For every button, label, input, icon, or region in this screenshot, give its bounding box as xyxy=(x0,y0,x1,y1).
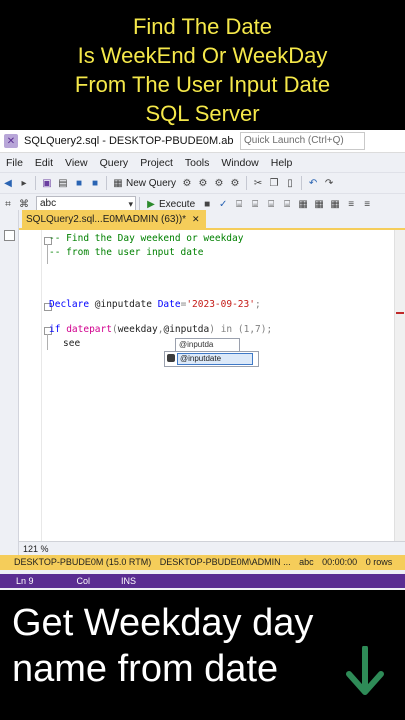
bottom-caption-line-2: name from date xyxy=(12,648,279,690)
menu-bar: File Edit View Query Project Tools Windo… xyxy=(0,153,405,172)
variable-icon xyxy=(167,354,175,362)
undo-icon[interactable]: ↶ xyxy=(307,177,319,189)
toolbar-1: ◀ ▸ ▣ ▤ ■ ■ ▦ New Query ⚙ ⚙ ⚙ ⚙ ✂ ❐ ▯ ↶ … xyxy=(0,172,405,193)
code-line-declare: Declare @inputdate Date='2023-09-23'; xyxy=(49,299,261,310)
editor-vertical-scrollbar[interactable] xyxy=(394,230,405,541)
new-query-button[interactable]: New Query xyxy=(126,178,176,189)
uncomment-icon[interactable]: ≡ xyxy=(361,198,373,210)
connect-icon[interactable]: ⌘ xyxy=(18,198,30,210)
query-icon-1[interactable]: ⚙ xyxy=(181,177,193,189)
status-ins: INS xyxy=(121,576,137,586)
back-icon[interactable]: ◀ xyxy=(2,177,14,189)
status-server: DESKTOP-PBUDE0M (15.0 RTM) xyxy=(14,557,152,567)
close-tab-icon[interactable]: ✕ xyxy=(192,214,200,224)
toolbar-separator xyxy=(139,197,140,211)
quick-launch-input[interactable]: Quick Launch (Ctrl+Q) xyxy=(240,132,365,150)
plan-icon-4[interactable]: ⌸ xyxy=(281,198,293,210)
open-file-icon[interactable]: ▤ xyxy=(57,177,69,189)
results-icon-1[interactable]: ▦ xyxy=(297,198,309,210)
menu-query[interactable]: Query xyxy=(94,157,135,169)
menu-tools[interactable]: Tools xyxy=(179,157,216,169)
stop-icon[interactable]: ■ xyxy=(201,198,213,210)
plan-icon-2[interactable]: ⌸ xyxy=(249,198,261,210)
cut-icon[interactable]: ✂ xyxy=(252,177,264,189)
fold-line xyxy=(47,244,48,264)
new-query-icon[interactable]: ▦ xyxy=(112,177,124,189)
menu-view[interactable]: View xyxy=(59,157,94,169)
paste-icon[interactable]: ▯ xyxy=(284,177,296,189)
code-line-2: -- from the user input date xyxy=(49,247,204,258)
results-icon-3[interactable]: ▦ xyxy=(329,198,341,210)
results-icon-2[interactable]: ▦ xyxy=(313,198,325,210)
plan-icon-3[interactable]: ⌸ xyxy=(265,198,277,210)
pin-icon[interactable] xyxy=(4,230,15,241)
new-project-icon[interactable]: ▣ xyxy=(41,177,53,189)
query-icon-3[interactable]: ⚙ xyxy=(213,177,225,189)
menu-file[interactable]: File xyxy=(0,157,29,169)
toolbar-separator xyxy=(301,176,303,190)
left-tool-rail xyxy=(0,210,19,566)
status-ln: Ln 9 xyxy=(16,576,34,586)
zoom-bar: 121 % xyxy=(19,541,405,556)
title-bar: ✕ SQLQuery2.sql - DESKTOP-PBUDE0M.abc (D… xyxy=(0,130,405,153)
toolbar-separator xyxy=(35,176,36,190)
copy-icon[interactable]: ❐ xyxy=(268,177,280,189)
code-line-if: if datepart(weekday,@inputda) in (1,7); xyxy=(49,324,273,335)
code-line-1: -- Find the Day weekend or weekday xyxy=(49,233,244,244)
status-time: 00:00:00 xyxy=(322,557,358,567)
caption-line-3: From The User Input Date xyxy=(74,72,331,97)
execute-button[interactable]: Execute xyxy=(159,199,195,210)
menu-edit[interactable]: Edit xyxy=(29,157,59,169)
error-marker xyxy=(396,312,404,314)
query-status-bar: DESKTOP-PBUDE0M (15.0 RTM) DESKTOP-PBUDE… xyxy=(0,555,405,570)
query-editor[interactable]: -- Find the Day weekend or weekday -- fr… xyxy=(19,230,405,541)
ssms-app-icon: ✕ xyxy=(4,134,18,148)
redo-icon[interactable]: ↷ xyxy=(323,177,335,189)
status-rows: 0 rows xyxy=(365,557,393,567)
comment-icon[interactable]: ≡ xyxy=(345,198,357,210)
menu-project[interactable]: Project xyxy=(134,157,179,169)
intellisense-tooltip: @inputda xyxy=(175,338,240,352)
fold-line xyxy=(47,334,48,350)
forward-icon[interactable]: ▸ xyxy=(18,177,30,189)
zoom-level[interactable]: 121 % xyxy=(23,542,55,556)
top-caption: Find The Date Is WeekEnd Or WeekDay From… xyxy=(0,0,405,130)
code-line-see: see xyxy=(63,338,81,349)
bottom-caption-line-1: Get Weekday day xyxy=(12,602,314,644)
ssms-window: ✕ SQLQuery2.sql - DESKTOP-PBUDE0M.abc (D… xyxy=(0,130,405,590)
editor-gutter xyxy=(19,230,42,541)
status-db: abc xyxy=(299,557,314,567)
parse-icon[interactable]: ✓ xyxy=(217,198,229,210)
window-title: SQLQuery2.sql - DESKTOP-PBUDE0M.abc (DE.… xyxy=(24,135,234,147)
execute-icon[interactable]: ▶ xyxy=(145,198,157,210)
menu-window[interactable]: Window xyxy=(215,157,264,169)
toolbar-separator xyxy=(246,176,248,190)
app-status-bar: Ln 9 Col INS xyxy=(0,574,405,588)
status-user: DESKTOP-PBUDE0M\ADMIN ... xyxy=(159,557,291,567)
menu-help[interactable]: Help xyxy=(265,157,299,169)
intellisense-item[interactable]: @inputdate xyxy=(177,353,253,365)
save-all-icon[interactable]: ■ xyxy=(89,177,101,189)
bottom-caption: Get Weekday day name from date xyxy=(12,600,313,692)
caption-line-4: SQL Server xyxy=(145,101,260,126)
caption-line-1: Find The Date xyxy=(132,14,272,39)
tab-sqlquery2[interactable]: SQLQuery2.sql...E0M\ADMIN (63))* ✕ xyxy=(22,210,206,228)
tab-label: SQLQuery2.sql...E0M\ADMIN (63))* xyxy=(26,214,187,225)
down-arrow-icon xyxy=(346,646,384,695)
toolbar-separator xyxy=(106,176,107,190)
caption-line-2: Is WeekEnd Or WeekDay xyxy=(77,43,328,68)
object-explorer-icon[interactable]: ⌗ xyxy=(2,198,14,210)
status-col: Col xyxy=(76,576,91,586)
query-icon-2[interactable]: ⚙ xyxy=(197,177,209,189)
intellisense-list: @inputdate xyxy=(164,351,259,367)
save-icon[interactable]: ■ xyxy=(73,177,85,189)
query-icon-4[interactable]: ⚙ xyxy=(229,177,241,189)
plan-icon-1[interactable]: ⌸ xyxy=(233,198,245,210)
